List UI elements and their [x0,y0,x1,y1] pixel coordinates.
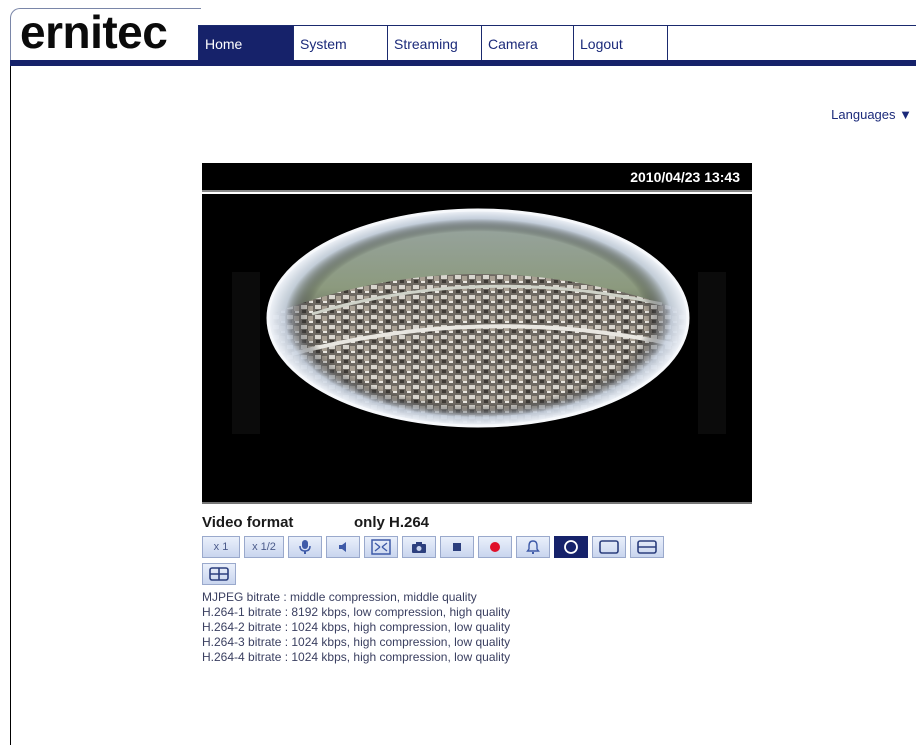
main-nav: Home System Streaming Camera Logout [198,25,916,61]
snapshot-icon [412,542,426,553]
stop-button[interactable] [440,536,474,558]
mic-icon [299,540,311,554]
tab-streaming[interactable]: Streaming [388,26,482,61]
quad-view-icon [209,567,229,581]
bitrate-line-h264-1: H.264-1 bitrate : 8192 kbps, low compres… [202,605,511,619]
bitrate-line-h264-2: H.264-2 bitrate : 1024 kbps, high compre… [202,620,511,634]
fullscreen-button[interactable] [364,536,398,558]
zoom-x1-button[interactable]: x 1 [202,536,240,558]
live-video[interactable] [202,194,752,504]
header: ernitec Home System Streaming Camera Log… [0,0,916,66]
logo: ernitec [20,6,168,58]
speaker-button[interactable] [326,536,360,558]
record-button[interactable] [478,536,512,558]
single-view-button[interactable] [592,536,626,558]
bitrate-info: MJPEG bitrate : middle compression, midd… [202,590,510,665]
page-left-border [10,66,11,745]
stop-icon [453,543,461,551]
video-format-value: only H.264 [354,514,430,531]
timestamp: 2010/04/23 13:43 [630,169,740,185]
dual-view-icon [637,540,657,554]
tab-home[interactable]: Home [199,26,294,61]
fullscreen-icon [371,539,391,555]
fisheye-image [232,208,726,434]
alarm-icon [526,540,540,554]
tab-camera[interactable]: Camera [482,26,574,61]
bitrate-line-mjpeg: MJPEG bitrate : middle compression, midd… [202,590,477,604]
bitrate-line-h264-4: H.264-4 bitrate : 1024 kbps, high compre… [202,650,511,664]
fisheye-view-icon [564,540,578,554]
tab-system[interactable]: System [294,26,388,61]
single-view-icon [599,540,619,554]
video-format-label: Video format [202,514,294,531]
video-titlebar: 2010/04/23 13:43 [202,163,752,192]
zoom-half-button[interactable]: x 1/2 [244,536,284,558]
snapshot-button[interactable] [402,536,436,558]
control-toolbar-row2 [202,563,236,585]
bitrate-line-h264-3: H.264-3 bitrate : 1024 kbps, high compre… [202,635,511,649]
tab-logout[interactable]: Logout [574,26,668,61]
quad-view-button[interactable] [202,563,236,585]
control-toolbar: x 1 x 1/2 [202,536,664,558]
languages-dropdown[interactable]: Languages ▼ [831,107,912,122]
speaker-icon [339,542,346,552]
fisheye-view-button[interactable] [554,536,588,558]
mic-button[interactable] [288,536,322,558]
dual-view-button[interactable] [630,536,664,558]
nav-underline [10,60,916,66]
record-icon [490,542,500,552]
alarm-button[interactable] [516,536,550,558]
